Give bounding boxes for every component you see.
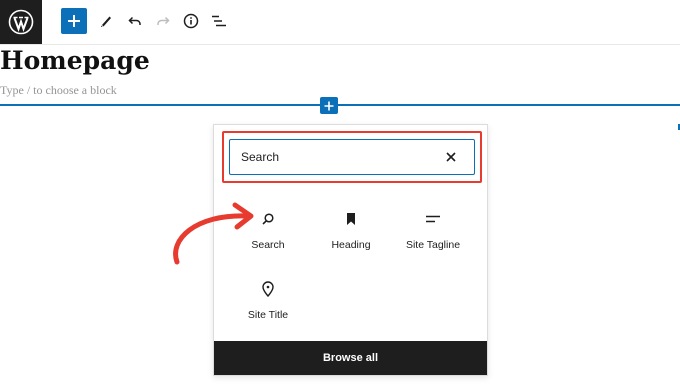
list-view-button[interactable] xyxy=(206,8,232,34)
list-view-icon xyxy=(212,15,226,27)
block-item-label: Site Tagline xyxy=(405,239,461,251)
clear-search-button[interactable] xyxy=(444,150,458,164)
inline-inserter-button[interactable] xyxy=(320,97,338,114)
tools-button[interactable] xyxy=(93,8,119,34)
insertion-point-line xyxy=(0,104,680,106)
edit-pencil-icon xyxy=(101,16,111,27)
add-block-button[interactable] xyxy=(61,8,87,34)
block-item-site-tagline[interactable]: Site Tagline xyxy=(390,203,476,265)
block-placeholder[interactable]: Type / to choose a block xyxy=(0,83,117,98)
redo-icon xyxy=(157,16,170,25)
search-input-value: Search xyxy=(241,150,280,164)
map-pin-icon xyxy=(262,281,274,297)
plus-icon xyxy=(324,101,334,110)
undo-button[interactable] xyxy=(122,8,148,34)
close-icon xyxy=(446,152,456,162)
plus-icon xyxy=(68,15,80,27)
page-title[interactable]: Homepage xyxy=(0,46,150,75)
block-search-input[interactable]: Search xyxy=(229,139,475,175)
undo-icon xyxy=(128,16,141,25)
block-item-label: Heading xyxy=(331,239,371,251)
browse-all-button[interactable]: Browse all xyxy=(214,341,487,375)
redo-button[interactable] xyxy=(150,8,176,34)
bookmark-icon xyxy=(347,213,355,225)
annotation-arrow xyxy=(173,202,254,265)
block-item-heading[interactable]: Heading xyxy=(308,203,394,265)
block-item-label: Site Title xyxy=(247,309,289,321)
block-item-site-title[interactable]: Site Title xyxy=(225,273,311,335)
info-icon xyxy=(183,13,199,29)
editor-toolbar xyxy=(0,0,680,45)
tagline-icon xyxy=(426,215,440,223)
details-button[interactable] xyxy=(178,8,204,34)
wordpress-logo-icon[interactable] xyxy=(0,0,42,44)
